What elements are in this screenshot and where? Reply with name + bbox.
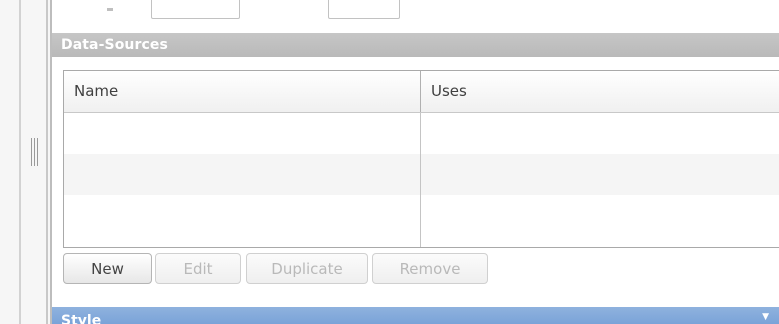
field-label-fragment (107, 8, 113, 11)
grip-line (34, 138, 35, 166)
column-header-uses[interactable]: Uses (420, 71, 779, 112)
table-row[interactable] (64, 195, 779, 236)
column-divider (420, 113, 421, 247)
rail-line (19, 0, 21, 324)
new-button[interactable]: New (63, 253, 152, 284)
style-section-header[interactable]: Style ▼ (52, 307, 779, 324)
table-row[interactable] (64, 154, 779, 195)
chevron-down-icon[interactable]: ▼ (762, 313, 769, 322)
splitter-grip-handle[interactable] (31, 138, 38, 166)
grip-line (37, 138, 38, 166)
column-header-name[interactable]: Name (64, 71, 420, 112)
top-input-field-2[interactable] (328, 0, 400, 19)
data-sources-header[interactable]: Data-Sources (52, 33, 779, 57)
remove-button[interactable]: Remove (372, 253, 488, 284)
rail-line (46, 0, 48, 324)
edit-button[interactable]: Edit (155, 253, 241, 284)
properties-panel: Data-Sources Name Uses New Edit Duplicat… (52, 0, 779, 324)
table-body (64, 113, 779, 247)
grip-line (31, 138, 32, 166)
table-header: Name Uses (64, 71, 779, 113)
data-sources-table: Name Uses (63, 70, 779, 248)
style-header-label: Style (61, 313, 102, 324)
top-input-field-1[interactable] (151, 0, 240, 19)
top-fields-row (52, 0, 779, 31)
table-row[interactable] (64, 113, 779, 154)
left-splitter-rail (0, 0, 52, 324)
duplicate-button[interactable]: Duplicate (246, 253, 368, 284)
